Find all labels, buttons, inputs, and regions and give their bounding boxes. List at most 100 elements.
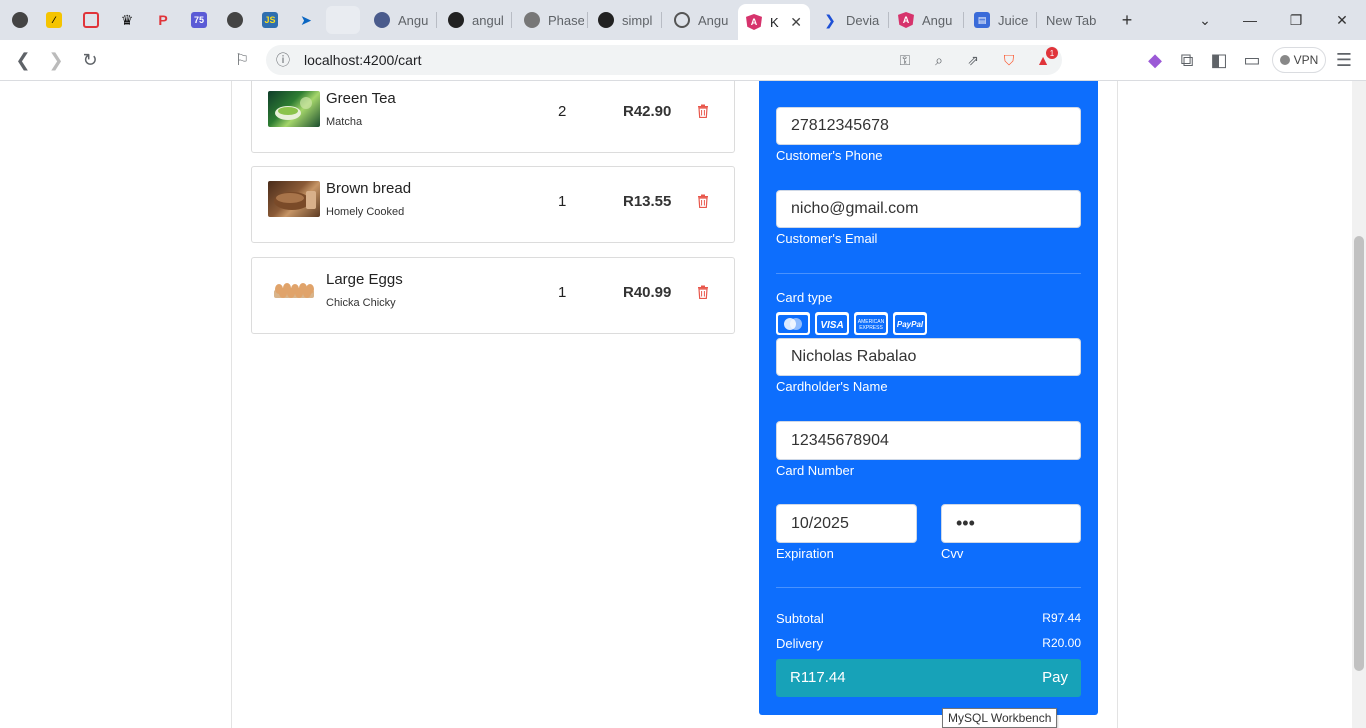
menu-icon[interactable]: ☰ (1332, 48, 1356, 72)
share-icon[interactable]: ⇗ (964, 51, 982, 69)
tab-title: simpl (622, 12, 653, 28)
deviant-icon: ❯ (824, 11, 836, 28)
url-text[interactable]: localhost:4200/cart (304, 52, 422, 68)
vpn-status-icon (1279, 55, 1290, 65)
visa-icon[interactable]: VISA (815, 312, 849, 335)
tab-pinned-4[interactable]: ♛ (110, 6, 144, 34)
new-tab-button[interactable]: + (1115, 8, 1139, 32)
mastercard-icon[interactable] (776, 312, 810, 335)
sidebar-icon[interactable]: ◧ (1207, 48, 1231, 72)
trash-icon[interactable] (697, 285, 709, 299)
js-icon: JS (262, 12, 278, 28)
product-subtitle: Matcha (326, 116, 363, 128)
tab-pinned-1[interactable] (3, 6, 37, 34)
page-scrollbar[interactable] (1352, 81, 1366, 728)
tab-pinned-10[interactable] (326, 6, 360, 34)
product-quantity: 1 (558, 193, 567, 210)
product-name: Brown bread (326, 180, 412, 197)
subtotal-row: Subtotal R97.44 (776, 611, 1081, 626)
cvv-label: Cvv (941, 546, 964, 561)
card-number-label: Card Number (776, 463, 855, 478)
tab-pinned-8[interactable]: JS (253, 6, 287, 34)
cart-item: Large Eggs Chicka Chicky 1 R40.99 (251, 257, 735, 334)
tab-deviant[interactable]: ❯ Devia (814, 6, 886, 34)
tab-new-tab[interactable]: New Tab (1038, 6, 1110, 34)
expiration-label: Expiration (776, 546, 834, 561)
trash-icon[interactable] (697, 194, 709, 208)
75-app-icon: 75 (191, 12, 207, 28)
product-quantity: 1 (558, 284, 567, 301)
amex-icon[interactable]: AMERICAN EXPRESS (854, 312, 888, 335)
restore-icon[interactable]: ❐ (1284, 8, 1308, 32)
tooltip: MySQL Workbench (942, 708, 1058, 728)
svg-text:VISA: VISA (820, 320, 843, 331)
tab-angular-1[interactable]: Angu (366, 6, 434, 34)
close-window-icon[interactable]: ✕ (1330, 8, 1354, 32)
tab-pinned-6[interactable]: 75 (182, 6, 216, 34)
tab-title: Phase (548, 12, 584, 28)
zoom-icon[interactable]: ⌕ (930, 51, 948, 69)
product-subtitle: Chicka Chicky (326, 297, 396, 309)
product-name: Green Tea (326, 90, 396, 107)
globe-icon (12, 12, 28, 28)
product-image-green-tea (268, 91, 320, 127)
product-price: R40.99 (623, 284, 672, 301)
leo-ai-icon[interactable]: ◆ (1143, 48, 1167, 72)
brave-shield-icon[interactable]: ⛉ (1000, 51, 1018, 69)
phone-input[interactable]: 27812345678 (776, 107, 1081, 145)
browser-toolbar: ❮ ❯ ↻ ⚐ ⓘ localhost:4200/cart ⚿ ⌕ ⇗ ⛉ ▲ … (0, 40, 1366, 81)
tab-pinned-9[interactable]: ➤ (289, 6, 323, 34)
tab-search-chevron-icon[interactable]: ⌄ (1193, 8, 1217, 32)
trash-icon[interactable] (697, 104, 709, 118)
tab-github-3[interactable]: simpl (590, 6, 658, 34)
tab-pinned-5[interactable]: P (146, 6, 180, 34)
minimize-icon[interactable]: — (1238, 8, 1262, 32)
close-icon[interactable]: ✕ (784, 14, 802, 31)
key-icon[interactable]: ⚿ (896, 51, 914, 69)
email-input[interactable]: nicho@gmail.com (776, 190, 1081, 228)
tab-github-1[interactable]: angul (440, 6, 508, 34)
globe-icon (227, 12, 243, 28)
tab-pinned-3[interactable] (74, 6, 108, 34)
wallet-icon[interactable]: ▭ (1240, 48, 1264, 72)
tab-juice[interactable]: ▤ Juice (966, 6, 1034, 34)
delivery-row: Delivery R20.00 (776, 636, 1081, 651)
tab-title: Devia (846, 12, 880, 28)
product-price: R42.90 (623, 103, 672, 120)
product-image-large-eggs (268, 272, 320, 308)
tab-bar: ⁄ ♛ P 75 JS ➤ Angu angul Phase simpl Ang… (0, 0, 1366, 40)
cardholder-name-input[interactable]: Nicholas Rabalao (776, 338, 1081, 376)
angular-icon: A (746, 14, 762, 30)
tab-pinned-2[interactable]: ⁄ (37, 6, 71, 34)
address-bar[interactable]: ⓘ localhost:4200/cart ⚿ ⌕ ⇗ ⛉ ▲ 1 (266, 45, 1062, 75)
cart-page: Green Tea Matcha 2 R42.90 Brown bread Ho… (0, 81, 1352, 728)
tab-active[interactable]: A K ✕ (738, 4, 810, 40)
cardholder-name-label: Cardholder's Name (776, 379, 888, 394)
subtotal-value: R97.44 (1042, 611, 1081, 625)
pay-button[interactable]: R117.44 Pay (776, 659, 1081, 697)
openai-icon (674, 12, 690, 28)
card-number-input[interactable]: 12345678904 (776, 421, 1081, 460)
tab-angular-2[interactable]: A Angu (890, 6, 962, 34)
tab-github-2[interactable]: Phase (516, 6, 584, 34)
reload-icon[interactable]: ↻ (78, 48, 102, 72)
product-quantity: 2 (558, 103, 567, 120)
extensions-icon[interactable]: ⧉ (1175, 48, 1199, 72)
github-gray-icon (524, 12, 540, 28)
vpn-button[interactable]: VPN (1272, 47, 1326, 73)
angular-icon: A (898, 12, 914, 28)
tab-title: New Tab (1046, 12, 1097, 28)
bookmark-icon[interactable]: ⚐ (230, 48, 254, 72)
site-info-icon[interactable]: ⓘ (274, 51, 292, 69)
back-icon[interactable]: ❮ (11, 48, 35, 72)
scrollbar-thumb[interactable] (1354, 236, 1364, 671)
forward-icon[interactable]: ❯ (44, 48, 68, 72)
paypal-icon[interactable]: PayPal (893, 312, 927, 335)
expiration-input[interactable]: 10/2025 (776, 504, 917, 543)
card-type-label: Card type (776, 290, 833, 305)
tab-pinned-7[interactable] (218, 6, 252, 34)
cvv-input[interactable]: ••• (941, 504, 1081, 543)
github-icon (448, 12, 464, 28)
tab-title: Angu (922, 12, 953, 28)
tab-openai[interactable]: Angu (666, 6, 734, 34)
